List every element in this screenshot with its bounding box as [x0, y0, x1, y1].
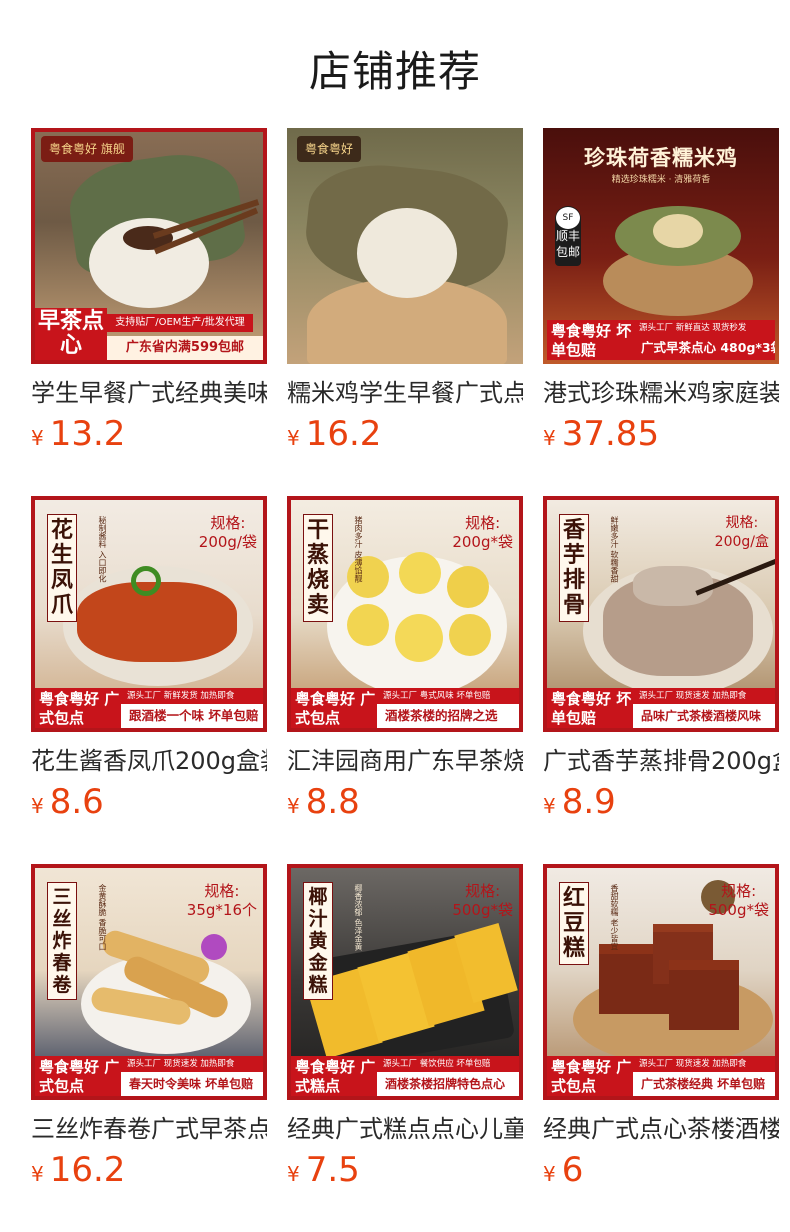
vertical-title: 干蒸烧卖: [303, 514, 333, 622]
product-price: ¥6: [543, 1150, 779, 1190]
spec-label: 规格: 500g*袋: [708, 882, 769, 919]
currency-symbol: ¥: [287, 1162, 300, 1186]
product-price: ¥16.2: [31, 1150, 267, 1190]
promo-badge: 源头工厂 现货速发 加热即食 品味广式茶楼酒楼风味: [633, 688, 775, 728]
product-name[interactable]: 经典广式点心茶楼酒楼红豆糕: [543, 1112, 779, 1146]
page-title: 店铺推荐: [308, 47, 481, 96]
price-value: 6: [561, 1150, 584, 1190]
brand-badge: 粤食粤好 广式包点: [35, 688, 127, 728]
currency-symbol: ¥: [543, 426, 556, 450]
product-image[interactable]: 红豆糕 香甜软糯 老少皆宜 规格: 500g*袋 粤食粤好 广式包点 源头工厂 …: [543, 864, 779, 1100]
brand-badge: 粤食粤好 坏单包赔: [547, 320, 639, 360]
product-image[interactable]: 干蒸烧卖 猪肉多汁 皮薄馅靓 规格: 200g*袋 粤食粤好 广式包点 源头工厂…: [287, 496, 523, 732]
promo-badge: 源头工厂 新鲜发货 加热即食 跟酒楼一个味 坏单包赔: [121, 688, 263, 728]
currency-symbol: ¥: [31, 1162, 44, 1186]
price-value: 7.5: [305, 1150, 360, 1190]
product-price: ¥37.85: [543, 414, 779, 454]
brand-logo: 粤食粤好 旗舰: [41, 136, 133, 162]
price-value: 8.8: [305, 782, 360, 822]
brand-badge: 粤食粤好 广式包点: [35, 1056, 127, 1096]
price-value: 13.2: [49, 414, 126, 454]
price-value: 8.9: [561, 782, 616, 822]
product-card[interactable]: 粤食粤好 糯米鸡学生早餐广式点心 ¥16.2: [287, 128, 523, 454]
promo-badge: 源头工厂 餐饮供应 坏单包赔 酒楼茶楼招牌特色点心: [377, 1056, 519, 1096]
product-image[interactable]: 花生凤爪 秘制酱料 入口即化 规格: 200g/袋 粤食粤好 广式包点 源头工厂…: [31, 496, 267, 732]
product-name[interactable]: 经典广式糕点点心儿童早餐: [287, 1112, 523, 1146]
vertical-note: 秘制酱料 入口即化: [98, 516, 107, 583]
product-card[interactable]: 香芋排骨 鲜嫩多汁 软糯香甜 规格: 200g/盒 粤食粤好 坏单包赔 源头工厂…: [543, 496, 779, 822]
product-card[interactable]: 粤食粤好 旗舰 支持贴厂/OEM生产/批发代理 早茶点心 广东省内满599包邮 …: [31, 128, 267, 454]
product-image[interactable]: 三丝炸春卷 金黄酥脆 香脆可口 规格: 35g*16个 粤食粤好 广式包点 源头…: [31, 864, 267, 1100]
product-name[interactable]: 糯米鸡学生早餐广式点心: [287, 376, 523, 410]
product-card[interactable]: 珍珠荷香糯米鸡 精选珍珠糯米 · 清雅荷香 SF 顺丰包邮 粤食粤好 坏单包赔 源…: [543, 128, 779, 454]
spec-label: 规格: 500g*袋: [452, 882, 513, 919]
spec-label: 规格: 35g*16个: [186, 882, 257, 919]
currency-symbol: ¥: [287, 426, 300, 450]
product-card[interactable]: 干蒸烧卖 猪肉多汁 皮薄馅靓 规格: 200g*袋 粤食粤好 广式包点 源头工厂…: [287, 496, 523, 822]
promo-strip-bottom: 广东省内满599包邮: [107, 336, 263, 360]
product-name[interactable]: 三丝炸春卷广式早茶点心: [31, 1112, 267, 1146]
spec-label: 规格: 200g*袋: [452, 514, 513, 551]
product-card[interactable]: 三丝炸春卷 金黄酥脆 香脆可口 规格: 35g*16个 粤食粤好 广式包点 源头…: [31, 864, 267, 1190]
brand-logo: 粤食粤好: [297, 136, 362, 162]
product-name[interactable]: 学生早餐广式经典美味糯米鸡: [31, 376, 267, 410]
currency-symbol: ¥: [31, 426, 44, 450]
vertical-title: 椰汁黄金糕: [303, 882, 333, 1000]
price-value: 16.2: [305, 414, 382, 454]
product-image[interactable]: 香芋排骨 鲜嫩多汁 软糯香甜 规格: 200g/盒 粤食粤好 坏单包赔 源头工厂…: [543, 496, 779, 732]
image-title: 珍珠荷香糯米鸡: [584, 146, 738, 170]
currency-symbol: ¥: [543, 1162, 556, 1186]
price-value: 37.85: [561, 414, 660, 454]
currency-symbol: ¥: [31, 794, 44, 818]
vertical-title: 三丝炸春卷: [47, 882, 77, 1000]
vertical-note: 椰香浓郁 色泽金黄: [354, 884, 363, 951]
currency-symbol: ¥: [543, 794, 556, 818]
vertical-note: 金黄酥脆 香脆可口: [98, 884, 107, 951]
promo-badge: 源头工厂 现货速发 加热即食 广式茶楼经典 坏单包赔: [633, 1056, 775, 1096]
brand-badge: 粤食粤好 广式糕点: [291, 1056, 383, 1096]
product-card[interactable]: 花生凤爪 秘制酱料 入口即化 规格: 200g/袋 粤食粤好 广式包点 源头工厂…: [31, 496, 267, 822]
product-price: ¥8.9: [543, 782, 779, 822]
product-image[interactable]: 粤食粤好 旗舰 支持贴厂/OEM生产/批发代理 早茶点心 广东省内满599包邮: [31, 128, 267, 364]
product-name[interactable]: 广式香芋蒸排骨200g盒: [543, 744, 779, 778]
brand-badge: 粤食粤好 广式包点: [547, 1056, 639, 1096]
brand-badge: 粤食粤好 广式包点: [291, 688, 383, 728]
product-price: ¥7.5: [287, 1150, 523, 1190]
price-value: 8.6: [49, 782, 104, 822]
vertical-title: 红豆糕: [559, 882, 589, 965]
promo-badge: 源头工厂 现货速发 加热即食 春天时令美味 坏单包赔: [121, 1056, 263, 1096]
spec-label: 规格: 200g/袋: [198, 514, 257, 551]
vertical-note: 猪肉多汁 皮薄馅靓: [354, 516, 363, 583]
product-name[interactable]: 港式珍珠糯米鸡家庭装: [543, 376, 779, 410]
price-value: 16.2: [49, 1150, 126, 1190]
product-name[interactable]: 汇沣园商用广东早茶烧卖: [287, 744, 523, 778]
product-image[interactable]: 椰汁黄金糕 椰香浓郁 色泽金黄 规格: 500g*袋 粤食粤好 广式糕点 源头工…: [287, 864, 523, 1100]
sf-logo-icon: SF: [556, 207, 580, 229]
currency-symbol: ¥: [287, 794, 300, 818]
product-price: ¥16.2: [287, 414, 523, 454]
product-card[interactable]: 红豆糕 香甜软糯 老少皆宜 规格: 500g*袋 粤食粤好 广式包点 源头工厂 …: [543, 864, 779, 1190]
product-name[interactable]: 花生酱香凤爪200g盒装: [31, 744, 267, 778]
vertical-note: 鲜嫩多汁 软糯香甜: [610, 516, 619, 583]
product-price: ¥13.2: [31, 414, 267, 454]
vertical-note: 香甜软糯 老少皆宜: [610, 884, 619, 951]
image-subtitle: 精选珍珠糯米 · 清雅荷香: [611, 175, 711, 185]
brand-badge: 粤食粤好 坏单包赔: [547, 688, 639, 728]
product-card[interactable]: 椰汁黄金糕 椰香浓郁 色泽金黄 规格: 500g*袋 粤食粤好 广式糕点 源头工…: [287, 864, 523, 1190]
product-image[interactable]: 粤食粤好: [287, 128, 523, 364]
vertical-title: 香芋排骨: [559, 514, 589, 622]
spec-label: 规格: 200g/盒: [714, 515, 769, 550]
sf-badge: SF 顺丰包邮: [555, 206, 581, 266]
promo-ribbon: 早茶点心: [35, 308, 107, 360]
product-image[interactable]: 珍珠荷香糯米鸡 精选珍珠糯米 · 清雅荷香 SF 顺丰包邮 粤食粤好 坏单包赔 源…: [543, 128, 779, 364]
product-price: ¥8.8: [287, 782, 523, 822]
vertical-title: 花生凤爪: [47, 514, 77, 622]
promo-badge: 源头工厂 新鲜直达 现货秒发 广式早茶点心 480g*3袋: [633, 320, 775, 360]
product-price: ¥8.6: [31, 782, 267, 822]
promo-strip-top: 支持贴厂/OEM生产/批发代理: [107, 314, 253, 332]
promo-badge: 源头工厂 粤式风味 坏单包赔 酒楼茶楼的招牌之选: [377, 688, 519, 728]
